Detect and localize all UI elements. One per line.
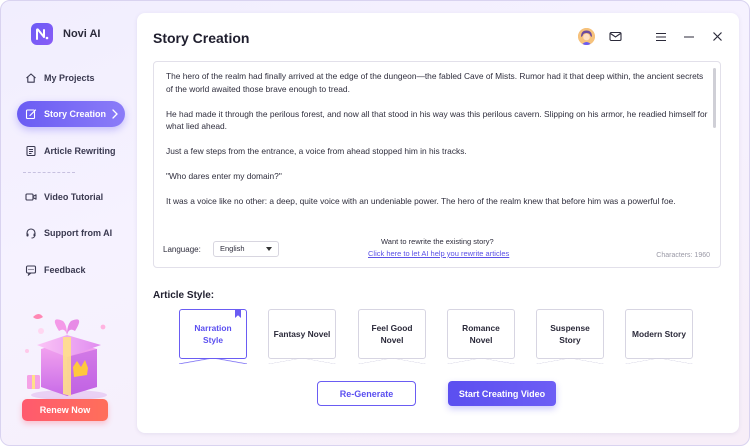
story-paragraph: He had made it through the perilous fore…	[166, 108, 708, 132]
page-title: Story Creation	[153, 30, 250, 46]
window-controls	[578, 28, 725, 45]
character-count: Characters: 1960	[656, 252, 710, 259]
rewrite-question: Want to rewrite the existing story?	[381, 237, 494, 246]
style-option-label: Modern Story	[632, 329, 686, 339]
novi-logo-icon	[31, 23, 53, 45]
story-paragraph: Just a few steps from the entrance, a vo…	[166, 146, 467, 157]
style-option-modern[interactable]: Modern Story	[625, 309, 693, 364]
sidebar-item-story-creation[interactable]: Story Creation	[17, 101, 125, 127]
story-text[interactable]: The hero of the realm had finally arrive…	[166, 70, 708, 220]
rewrite-link[interactable]: Click here to let AI help you rewrite ar…	[368, 249, 509, 258]
home-icon	[26, 73, 36, 83]
language-select[interactable]: English	[213, 241, 279, 257]
app-name: Novi AI	[63, 28, 101, 40]
sidebar-item-label: Support from AI	[44, 228, 113, 238]
style-option-label: Romance Novel	[462, 323, 500, 345]
language-label: Language:	[163, 245, 201, 254]
story-scrollbar[interactable]	[713, 68, 716, 128]
avatar[interactable]	[578, 28, 595, 45]
style-option-romance[interactable]: Romance Novel	[447, 309, 515, 364]
minimize-icon[interactable]	[681, 29, 697, 45]
renew-now-button[interactable]: Renew Now	[22, 399, 108, 421]
language-value: English	[220, 244, 245, 253]
chat-icon	[25, 265, 37, 276]
sidebar-item-label: My Projects	[44, 73, 95, 83]
style-option-label: Narration Style	[194, 323, 232, 345]
sidebar-item-support-from-ai[interactable]: Support from AI	[17, 220, 125, 246]
start-creating-video-button[interactable]: Start Creating Video	[448, 381, 556, 406]
app-window: Novi AI My Projects Story Creation Artic…	[0, 0, 750, 446]
sidebar-item-label: Video Tutorial	[44, 192, 104, 202]
main-panel: Story Creation The hero of the realm had…	[137, 13, 739, 433]
sidebar-item-label: Feedback	[44, 265, 86, 275]
close-icon[interactable]	[709, 29, 725, 45]
article-style-options: Narration Style Fantasy Novel Feel Good …	[179, 309, 699, 364]
headset-icon	[26, 228, 36, 239]
gift-illustration-icon	[25, 314, 107, 400]
mail-icon[interactable]	[607, 29, 623, 45]
story-paragraph: The hero of the realm had finally arrive…	[166, 71, 704, 94]
style-option-feel-good[interactable]: Feel Good Novel	[358, 309, 426, 364]
brand: Novi AI	[31, 23, 101, 45]
document-icon	[26, 145, 36, 157]
sidebar-item-label: Article Rewriting	[44, 146, 116, 156]
sidebar-item-label: Story Creation	[44, 109, 107, 119]
style-option-label: Suspense Story	[550, 323, 590, 345]
story-paragraph: "Who dares enter my domain?"	[166, 171, 282, 182]
regenerate-button[interactable]: Re-Generate	[317, 381, 416, 406]
style-option-label: Feel Good Novel	[371, 323, 413, 345]
caret-down-icon	[266, 247, 272, 251]
chevron-right-icon	[112, 109, 118, 119]
bookmark-icon	[235, 309, 241, 318]
style-option-suspense[interactable]: Suspense Story	[536, 309, 604, 364]
story-paragraph: It was a voice like no other: a deep, qu…	[166, 196, 676, 207]
sidebar-item-feedback[interactable]: Feedback	[17, 257, 125, 283]
menu-icon[interactable]	[653, 29, 669, 45]
video-icon	[25, 193, 37, 201]
sidebar-divider	[23, 172, 75, 173]
article-style-title: Article Style:	[153, 290, 215, 301]
sidebar-item-my-projects[interactable]: My Projects	[17, 65, 125, 91]
style-option-label: Fantasy Novel	[273, 329, 331, 339]
style-option-fantasy[interactable]: Fantasy Novel	[268, 309, 336, 364]
story-editor[interactable]: The hero of the realm had finally arrive…	[153, 61, 721, 268]
style-option-narration[interactable]: Narration Style	[179, 309, 247, 364]
sidebar: Novi AI My Projects Story Creation Artic…	[1, 1, 137, 445]
sidebar-item-video-tutorial[interactable]: Video Tutorial	[17, 184, 125, 210]
edit-icon	[25, 109, 37, 120]
sidebar-item-article-rewriting[interactable]: Article Rewriting	[17, 138, 125, 164]
